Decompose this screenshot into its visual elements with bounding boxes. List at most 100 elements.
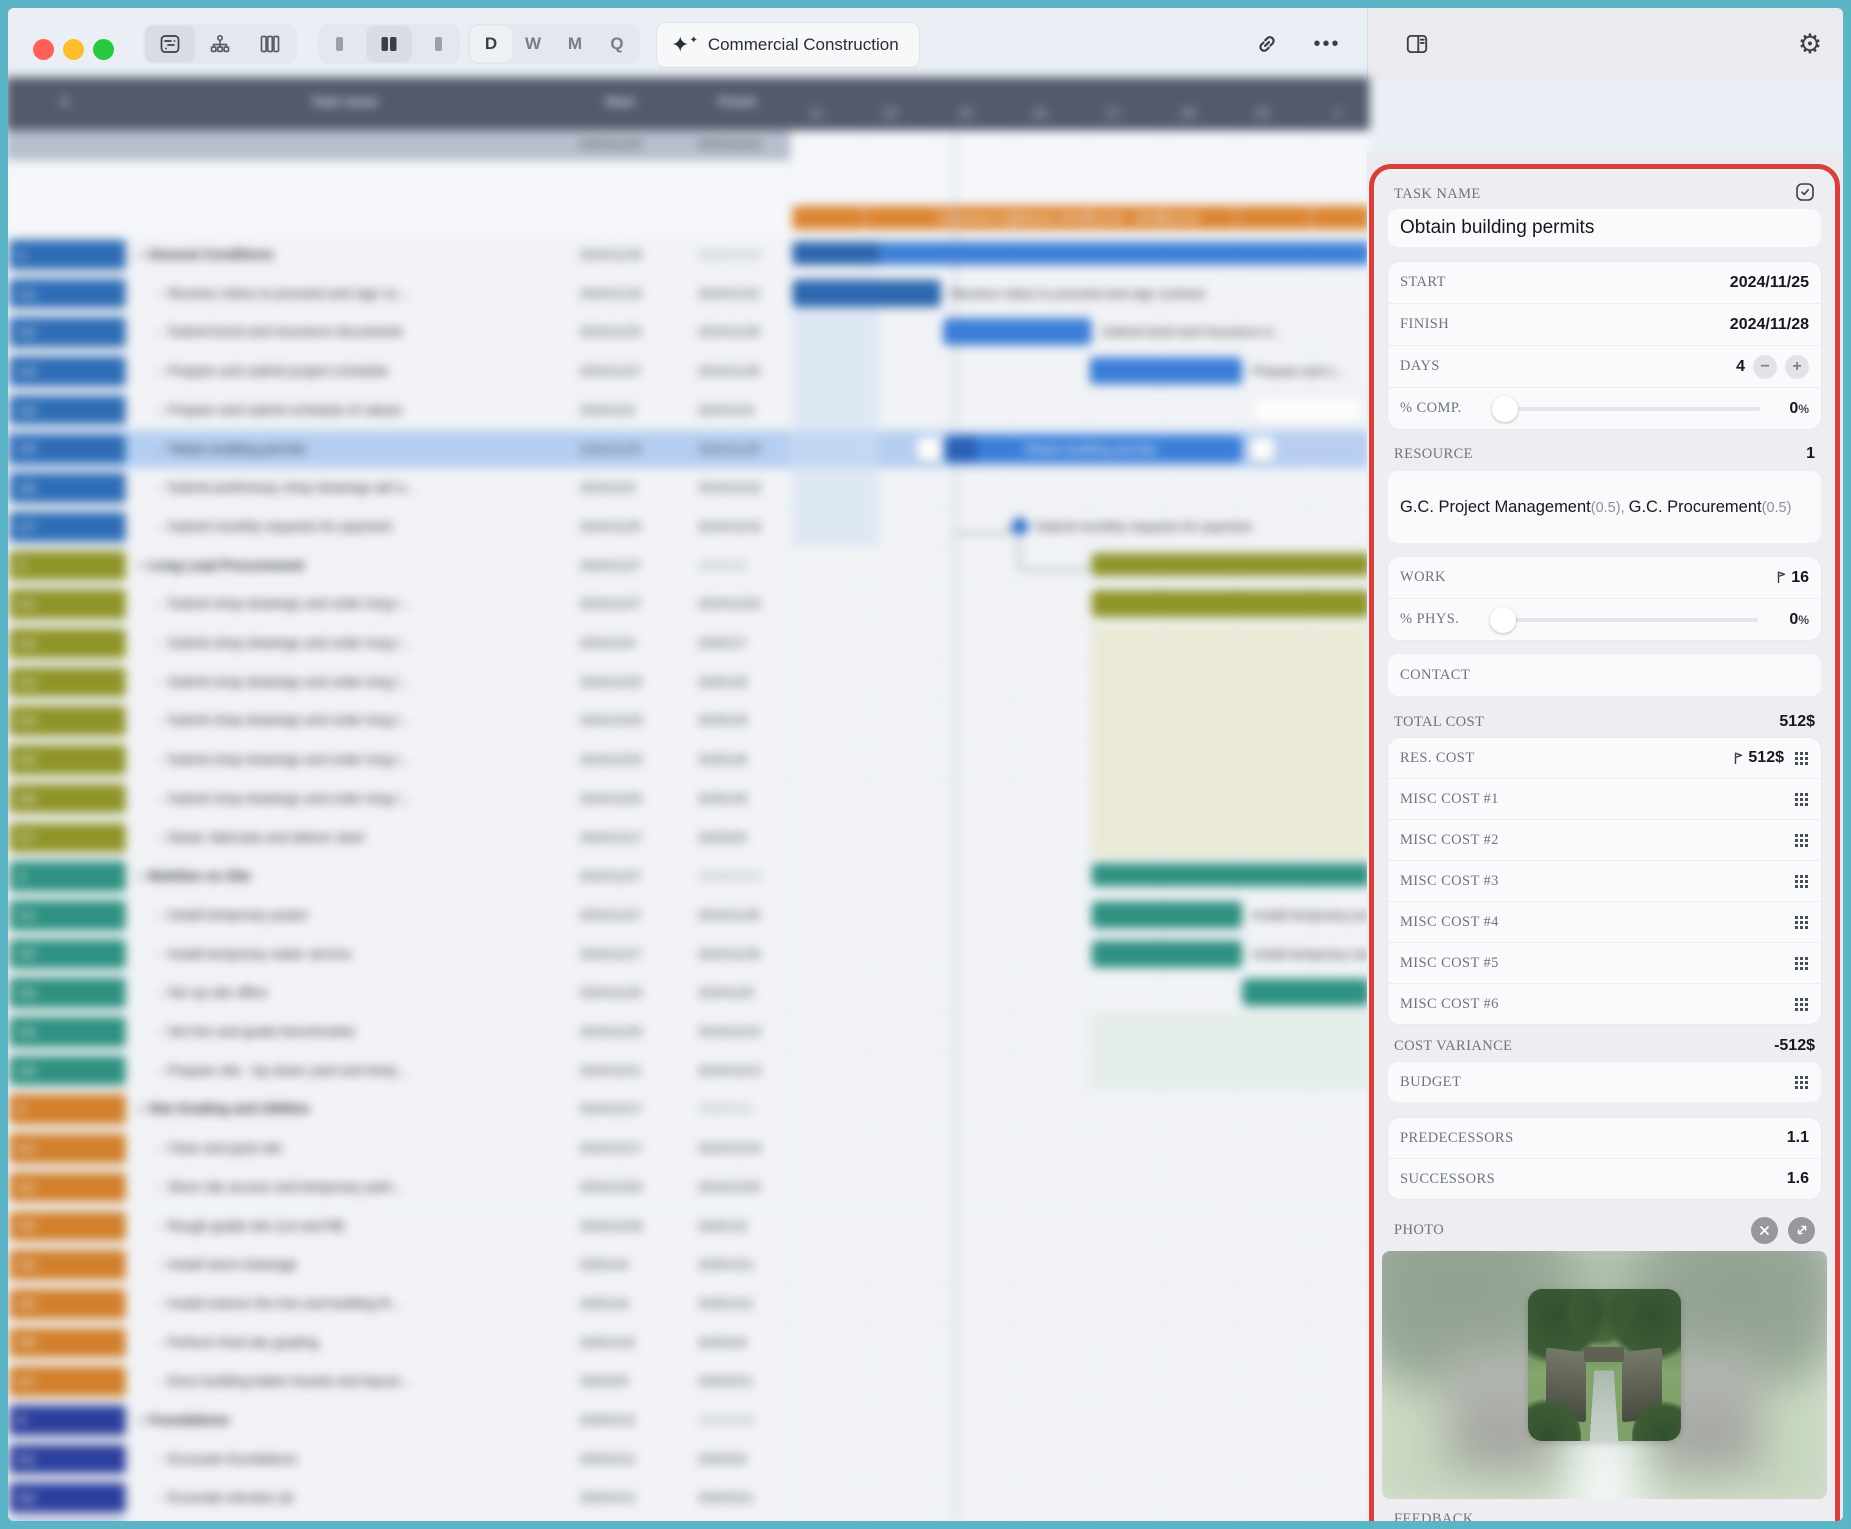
task-name-cell[interactable]: ○Store site access and temporary park… (156, 1179, 406, 1194)
task-name-cell[interactable]: ○Submit shop drawings and order long l… (156, 791, 413, 806)
finish-cell[interactable]: 2024/12/16 (698, 520, 761, 534)
keypad-icon[interactable] (1794, 915, 1809, 930)
zoom-window-button[interactable] (93, 39, 114, 60)
start-cell[interactable]: 2024/12/17 (580, 1103, 643, 1117)
finish-cell[interactable]: 2025/1/8 (698, 714, 747, 728)
start-cell[interactable]: 2024/12/25 (580, 792, 643, 806)
misc-cost-row-4[interactable]: MISC COST #4 (1388, 901, 1821, 942)
finish-cell[interactable]: 2025/2/5 (698, 559, 747, 573)
finish-cell[interactable]: 2024/11/29 (698, 325, 760, 339)
finish-cell[interactable]: 2024/11/29 (698, 908, 760, 922)
finish-cell[interactable]: 2024/12/16 (698, 248, 761, 262)
percent-complete-slider[interactable] (1492, 396, 1760, 422)
keypad-icon[interactable] (1794, 792, 1809, 807)
task-name-cell[interactable]: ○Receive notice to proceed and sign co… (156, 286, 411, 301)
left-panel-button[interactable] (320, 26, 366, 62)
task-name-cell[interactable]: ○Excavate elevator pit (156, 1490, 294, 1505)
network-view-button[interactable] (195, 26, 245, 62)
days-decrement-button[interactable]: − (1753, 355, 1777, 379)
summary-bar[interactable] (792, 242, 1369, 265)
task-name-cell[interactable]: ○Submit bond and insurance documents (156, 324, 403, 339)
finish-cell[interactable]: 2025/2/5 (698, 831, 747, 845)
start-cell[interactable]: 2024/12/26 (580, 1219, 643, 1233)
keypad-icon[interactable] (1794, 833, 1809, 848)
keypad-icon[interactable] (1794, 1075, 1809, 1090)
task-bar[interactable] (1090, 357, 1243, 384)
task-name-cell[interactable]: ○Perform final site grading (156, 1335, 318, 1350)
task-name-cell[interactable]: ○Install exterior fire line and building… (156, 1296, 405, 1311)
finish-cell[interactable]: 2025/1/21 (698, 1258, 754, 1272)
task-name-cell[interactable]: ○Install temporary power (156, 907, 309, 922)
days-increment-button[interactable]: + (1785, 355, 1809, 379)
task-name-cell[interactable]: ○Prepare and submit project schedule (156, 363, 388, 378)
task-bar[interactable] (1092, 940, 1243, 967)
start-cell[interactable]: 2024/12/2 (580, 481, 636, 495)
task-name-cell[interactable]: ○Clear and grub site (156, 1140, 282, 1155)
photo-remove-button[interactable] (1751, 1217, 1778, 1244)
start-cell[interactable]: 2024/11/27 (580, 947, 642, 961)
timescale-w-button[interactable]: W (512, 26, 554, 62)
more-icon[interactable]: ••• (1313, 30, 1341, 58)
task-bar[interactable] (1092, 590, 1370, 617)
task-name-cell[interactable]: ○Set line and grade benchmarks (156, 1024, 355, 1039)
task-name-cell[interactable]: ▾Foundations (138, 1412, 230, 1427)
keypad-icon[interactable] (1794, 956, 1809, 971)
task-name-cell[interactable]: ○Rough grade site (cut and fill) (156, 1218, 345, 1233)
finish-cell[interactable]: 2024/12/5 (698, 986, 754, 1000)
task-bar[interactable] (1092, 901, 1243, 928)
task-name-cell[interactable]: ○Set up site office (156, 985, 268, 1000)
finish-cell[interactable]: 2024/12/19 (698, 1141, 761, 1155)
project-title-button[interactable]: ✦✦ Commercial Construction (656, 22, 920, 68)
finish-cell[interactable]: 2025/1/7 (698, 636, 747, 650)
start-cell[interactable]: 2025/2/12 (580, 1452, 636, 1466)
gantt-view-button[interactable] (145, 26, 195, 62)
task-bar[interactable] (792, 280, 941, 307)
finish-row[interactable]: FINISH 2024/11/28 (1388, 303, 1821, 345)
start-cell[interactable]: 2024/11/27 (580, 597, 642, 611)
finish-cell[interactable]: 2025/2/21 (698, 1491, 754, 1505)
start-cell[interactable]: 2024/11/25 (580, 442, 642, 456)
successors-row[interactable]: SUCCESSORS 1.6 (1388, 1158, 1821, 1199)
task-name-cell[interactable]: ○Prepare and submit schedule of values (156, 402, 402, 417)
misc-cost-row-5[interactable]: MISC COST #5 (1388, 942, 1821, 983)
finish-cell[interactable]: 2025/1/3 (698, 1219, 747, 1233)
table-row[interactable] (8, 1518, 1370, 1521)
start-cell[interactable]: 2024/11/29 (580, 986, 642, 1000)
task-name-cell[interactable]: ○Submit shop drawings and order long l… (156, 752, 413, 767)
link-icon[interactable] (1253, 30, 1281, 58)
split-panel-button[interactable] (366, 26, 412, 62)
sidebar-toggle-icon[interactable] (1403, 30, 1431, 58)
finish-cell[interactable]: 2024/12/16 (698, 481, 761, 495)
task-name-cell[interactable]: ○Install storm drainage (156, 1257, 297, 1272)
keypad-icon[interactable] (1794, 751, 1809, 766)
start-cell[interactable]: 2024/12/25 (580, 753, 643, 767)
finish-cell[interactable]: 2024/12/4 (698, 403, 754, 417)
close-window-button[interactable] (33, 39, 54, 60)
finish-cell[interactable]: 2024/12/24 (698, 597, 761, 611)
task-name-cell[interactable]: ▾Site Grading and Utilities (138, 1102, 310, 1117)
percent-phys-slider[interactable] (1490, 607, 1758, 633)
gantt-table-blurred-region[interactable]: #Task nameStartFinish2122252627282922024… (8, 77, 1370, 1521)
finish-cell[interactable]: 2025/1/8 (698, 792, 747, 806)
misc-cost-row-2[interactable]: MISC COST #2 (1388, 819, 1821, 860)
task-name-cell[interactable]: ○Submit shop drawings and order long l… (156, 596, 413, 611)
start-cell[interactable]: 2024/11/29 (580, 1025, 642, 1039)
task-name-cell[interactable]: ○Excavate foundations (156, 1451, 297, 1466)
right-panel-button[interactable] (412, 26, 458, 62)
misc-cost-row-6[interactable]: MISC COST #6 (1388, 983, 1821, 1024)
finish-cell[interactable]: 2024/12/13 (698, 869, 761, 883)
start-cell[interactable]: 2025/1/6 (580, 1297, 629, 1311)
start-cell[interactable]: 2024/12/20 (580, 1180, 643, 1194)
start-cell[interactable]: 2024/12/25 (580, 714, 643, 728)
start-cell[interactable]: 2024/12/25 (580, 675, 643, 689)
task-name-field[interactable]: Obtain building permits (1388, 209, 1821, 247)
task-name-cell[interactable]: ○Install temporary water service (156, 946, 351, 961)
start-cell[interactable]: 2024/11/27 (580, 559, 642, 573)
start-row[interactable]: START 2024/11/25 (1388, 262, 1821, 303)
task-name-cell[interactable]: ○Detail, fabricate and deliver steel (156, 830, 364, 845)
task-name-cell[interactable]: ▾Long Lead Procurement (138, 558, 304, 573)
predecessors-row[interactable]: PREDECESSORS 1.1 (1388, 1118, 1821, 1158)
task-name-cell[interactable]: ○Submit shop drawings and order long l… (156, 713, 413, 728)
task-photo[interactable] (1528, 1289, 1681, 1441)
task-name-cell[interactable]: ○Erect building batter boards and layout… (156, 1374, 413, 1389)
